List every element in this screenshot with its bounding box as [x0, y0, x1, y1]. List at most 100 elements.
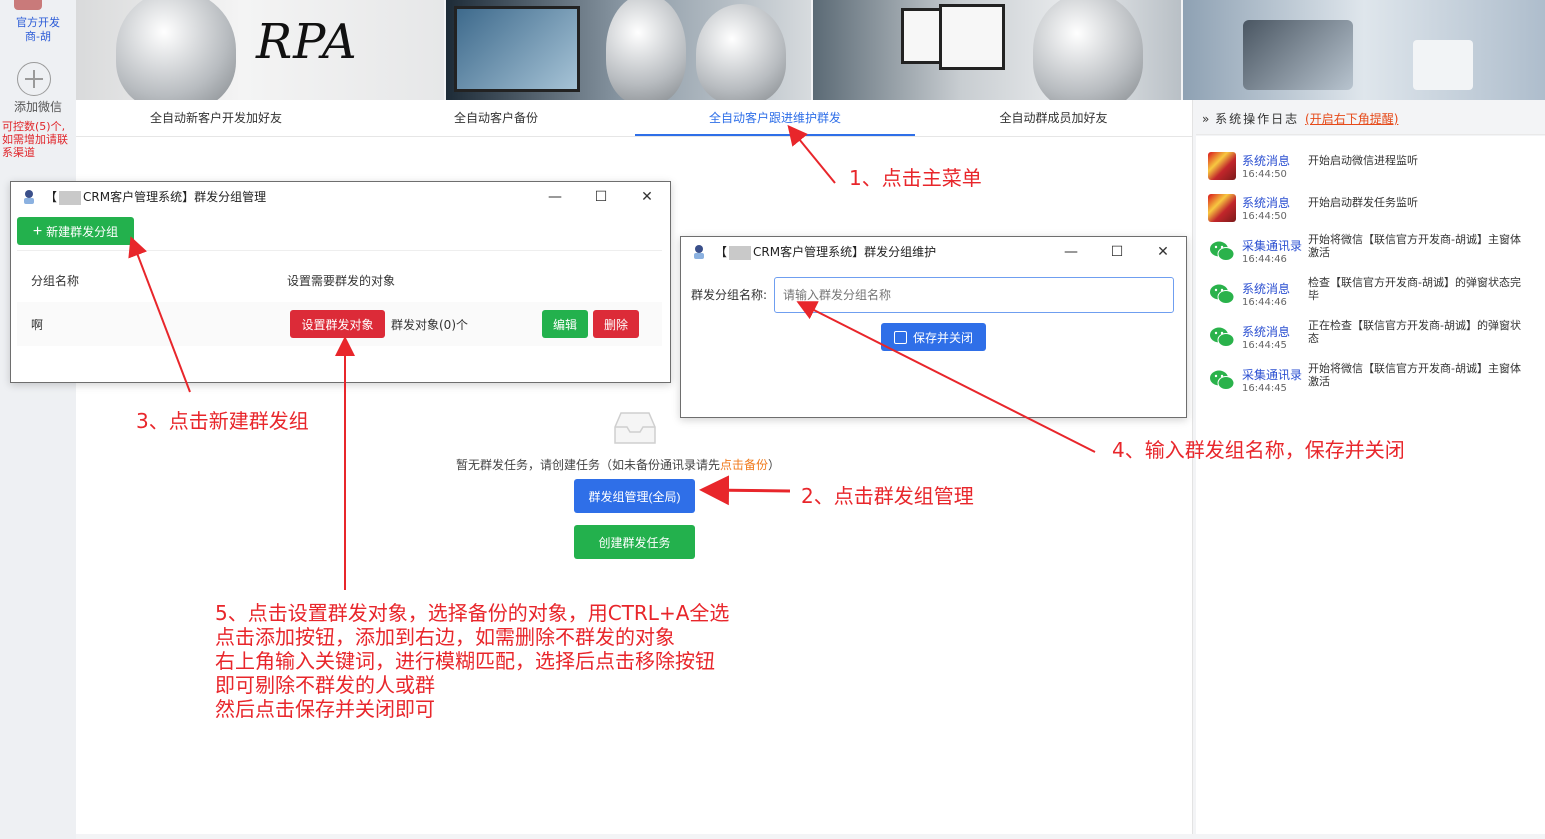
minimize-icon[interactable]: — [1048, 237, 1094, 267]
log-message: 开始启动微信进程监听 [1308, 154, 1418, 167]
group-management-button[interactable]: 群发组管理(全局) [574, 479, 695, 513]
log-time: 16:44:50 [1242, 211, 1287, 222]
log-message: 正在检查【联信官方开发商-胡诚】的弹窗状态 [1308, 319, 1521, 345]
system-flag-icon [1208, 152, 1236, 180]
log-title: 系统操作日志 [1215, 112, 1300, 126]
add-wechat-label[interactable]: 添加微信 [0, 98, 76, 115]
empty-state-text: 暂无群发任务，请创建任务（如未备份通讯录请先点击备份） [456, 456, 780, 473]
monitor-icon [454, 6, 580, 92]
tab-group-member-add-friend[interactable]: 全自动群成员加好友 [915, 100, 1192, 136]
account-name-line1: 官方开发 [16, 16, 60, 29]
empty-state-message-end: ） [768, 458, 781, 472]
set-broadcast-target-button[interactable]: 设置群发对象 [290, 310, 385, 338]
log-time: 16:44:46 [1242, 297, 1287, 308]
group-name-cell: 啊 [31, 318, 44, 332]
list-item: 系统消息 16:44:50 开始启动群发任务监听 [1196, 186, 1545, 226]
tab-label: 全自动群成员加好友 [999, 111, 1108, 125]
wechat-icon [1210, 284, 1235, 304]
delete-button[interactable]: 删除 [593, 310, 639, 338]
maximize-icon[interactable]: ☐ [1094, 237, 1140, 267]
list-item: 系统消息 16:44:46 检查【联信官方开发商-胡诚】的弹窗状态完毕 [1196, 272, 1545, 312]
banner-image-robots-monitor [446, 0, 811, 100]
window-title: 【 CRM客户管理系统】群发分组维护 [715, 237, 936, 267]
backup-link[interactable]: 点击备份 [720, 458, 768, 472]
log-source: 系统消息 [1242, 325, 1291, 339]
annotation-step4: 4、输入群发组名称，保存并关闭 [1112, 438, 1405, 462]
list-item: 系统消息 16:44:50 开始启动微信进程监听 [1196, 144, 1545, 184]
list-item: 系统消息 16:44:45 正在检查【联信官方开发商-胡诚】的弹窗状态 [1196, 315, 1545, 355]
title-prefix: 【 [45, 190, 58, 204]
account-name[interactable]: 官方开发 商-胡 [0, 16, 76, 44]
enable-notification-link[interactable]: (开启右下角提醒) [1305, 112, 1398, 126]
tab-label: 全自动客户跟进维护群发 [708, 111, 841, 125]
log-source: 系统消息 [1242, 282, 1291, 296]
annotation-step5-line: 点击添加按钮，添加到右边，如需删除不群发的对象 [215, 625, 675, 649]
edit-button[interactable]: 编辑 [542, 310, 588, 338]
wechat-icon [1210, 327, 1235, 347]
empty-state-message: 暂无群发任务，请创建任务（如未备份通讯录请先 [456, 458, 721, 472]
redacted-area [59, 190, 82, 205]
account-name-line2: 商-胡 [25, 30, 51, 43]
tab-new-customer-add-friend[interactable]: 全自动新客户开发加好友 [76, 100, 356, 136]
tab-follow-up-broadcast[interactable]: 全自动客户跟进维护群发 [635, 100, 915, 136]
annotation-step5: 5、点击设置群发对象，选择备份的对象，用CTRL+A全选 点击添加按钮，添加到右… [215, 601, 729, 721]
robot-figure-icon [606, 0, 686, 100]
list-item: 采集通讯录 16:44:46 开始将微信【联信官方开发商-胡诚】主窗体激活 [1196, 229, 1545, 269]
chart-monitor-icon [939, 4, 1005, 70]
maximize-icon[interactable]: ☐ [578, 182, 624, 212]
window-title-bar[interactable]: 【 CRM客户管理系统】群发分组维护 — ☐ ✕ [681, 237, 1186, 267]
group-name-input[interactable] [774, 277, 1174, 313]
expand-chevrons-icon[interactable]: » [1202, 112, 1209, 126]
log-message: 检查【联信官方开发商-胡诚】的弹窗状态完毕 [1308, 276, 1521, 302]
close-icon[interactable]: ✕ [624, 182, 670, 212]
tab-customer-backup[interactable]: 全自动客户备份 [356, 100, 636, 136]
log-message: 开始将微信【联信官方开发商-胡诚】主窗体激活 [1308, 233, 1521, 259]
minimize-icon[interactable]: — [532, 182, 578, 212]
annotation-step2: 2、点击群发组管理 [801, 484, 974, 508]
log-list: 系统消息 16:44:50 开始启动微信进程监听 系统消息 16:44:50 开… [1196, 136, 1545, 834]
title-suffix: CRM客户管理系统】群发分组管理 [83, 190, 267, 204]
log-time: 16:44:45 [1242, 340, 1287, 351]
log-source: 系统消息 [1242, 196, 1291, 210]
save-icon [893, 331, 907, 344]
system-flag-icon [1208, 194, 1236, 222]
target-count: 群发对象(0)个 [391, 318, 468, 332]
add-wechat-icon[interactable] [17, 62, 51, 96]
log-source: 采集通讯录 [1242, 239, 1303, 253]
redacted-area [729, 245, 752, 260]
window-title-bar[interactable]: 【 CRM客户管理系统】群发分组管理 — ☐ ✕ [11, 182, 670, 212]
banner-image-robot-office [1183, 0, 1545, 100]
annotation-step5-line: 然后点击保存并关闭即可 [215, 697, 435, 721]
rpa-logo: RPA [256, 14, 358, 70]
save-and-close-button[interactable]: 保存并关闭 [881, 323, 986, 351]
document-icon [1413, 40, 1473, 90]
group-name-field-label: 群发分组名称: [691, 288, 768, 302]
list-item: 采集通讯录 16:44:45 开始将微信【联信官方开发商-胡诚】主窗体激活 [1196, 358, 1545, 398]
title-suffix: CRM客户管理系统】群发分组维护 [753, 245, 937, 259]
robot-figure-icon [1033, 0, 1143, 100]
annotation-step5-line: 5、点击设置群发对象，选择备份的对象，用CTRL+A全选 [215, 601, 730, 625]
close-icon[interactable]: ✕ [1140, 237, 1186, 267]
main-tab-bar: 全自动新客户开发加好友 全自动客户备份 全自动客户跟进维护群发 全自动群成员加好… [76, 100, 1192, 137]
robot-figure-icon [696, 4, 786, 100]
log-source: 采集通讯录 [1242, 368, 1303, 382]
empty-inbox-icon [614, 412, 656, 444]
account-avatar[interactable] [14, 0, 42, 10]
log-time: 16:44:45 [1242, 383, 1287, 394]
create-broadcast-task-button[interactable]: 创建群发任务 [574, 525, 695, 559]
tab-label: 全自动客户备份 [453, 111, 538, 125]
annotation-step5-line: 右上角输入关键词，进行模糊匹配，选择后点击移除按钮 [215, 649, 715, 673]
app-logo-icon [694, 245, 704, 259]
robot-figure-icon [116, 0, 236, 100]
column-header-group-name: 分组名称 [31, 274, 80, 288]
banner-image-robot-charts [813, 0, 1181, 100]
new-group-label: 新建群发分组 [46, 225, 119, 239]
new-group-button[interactable]: + 新建群发分组 [17, 217, 134, 245]
log-message: 开始启动群发任务监听 [1308, 196, 1418, 209]
annotation-step5-line: 即可剔除不群发的人或群 [215, 673, 435, 697]
column-header-target: 设置需要群发的对象 [287, 274, 396, 288]
plus-icon: + [32, 223, 43, 240]
log-header: » 系统操作日志 (开启右下角提醒) [1196, 104, 1545, 135]
log-time: 16:44:50 [1242, 169, 1287, 180]
laptop-icon [1243, 20, 1353, 90]
